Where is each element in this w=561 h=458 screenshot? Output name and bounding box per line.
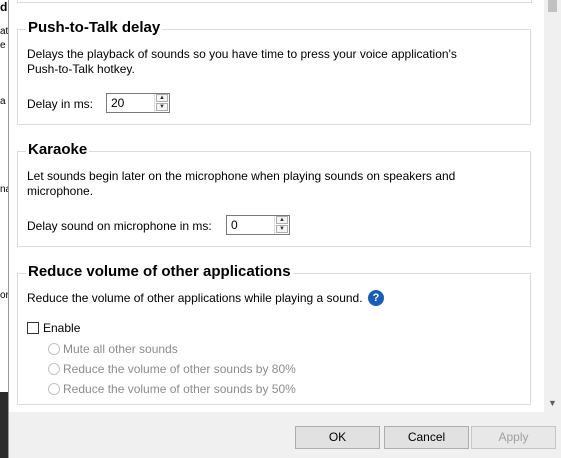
delay-label: Delay in ms: (27, 97, 94, 111)
karaoke-title: Karaoke (26, 141, 90, 158)
mute-all-radio[interactable] (48, 343, 60, 355)
enable-label[interactable]: Enable (43, 321, 80, 335)
spin-up-icon[interactable]: ▲ (276, 216, 288, 224)
vertical-scrollbar[interactable]: ▼ (544, 0, 561, 412)
reduce-volume-description: Reduce the volume of other applications … (27, 291, 363, 305)
delay-ms-spinbox[interactable]: 20 ▲ ▼ (106, 93, 170, 113)
help-icon[interactable]: ? (368, 290, 384, 306)
reduce-50-radio[interactable] (48, 383, 60, 395)
enable-checkbox[interactable] (27, 322, 39, 334)
background-fragment: a (0, 96, 6, 107)
reduce-50-label[interactable]: Reduce the volume of other sounds by 50% (63, 382, 296, 396)
spin-down-icon[interactable]: ▼ (156, 103, 168, 111)
cancel-button[interactable]: Cancel (384, 426, 469, 449)
push-to-talk-group: Push-to-Talk delay Delays the playback o… (17, 19, 531, 125)
reduce-volume-group: Reduce volume of other applications Redu… (17, 263, 531, 405)
reduce-80-radio[interactable] (48, 363, 60, 375)
push-to-talk-title: Push-to-Talk delay (26, 19, 163, 36)
karaoke-description-line2: microphone. (27, 184, 94, 198)
mute-all-label[interactable]: Mute all other sounds (63, 342, 178, 356)
mic-delay-value[interactable]: 0 (231, 218, 238, 232)
apply-button[interactable]: Apply (471, 426, 556, 449)
background-fragment: d (0, 0, 8, 14)
background-fragment: e (0, 40, 6, 51)
push-to-talk-description-line2: Push-to-Talk hotkey. (27, 62, 135, 76)
spin-up-icon[interactable]: ▲ (156, 94, 168, 102)
settings-scroll-area[interactable]: Push-to-Talk delay Delays the playback o… (9, 0, 544, 412)
scroll-down-arrow-icon[interactable]: ▼ (548, 398, 557, 408)
background-window-strip: d at e a na or (0, 0, 11, 458)
reduce-80-label[interactable]: Reduce the volume of other sounds by 80% (63, 362, 296, 376)
mic-delay-label: Delay sound on microphone in ms: (27, 219, 212, 233)
spin-down-icon[interactable]: ▼ (276, 225, 288, 233)
karaoke-description-line1: Let sounds begin later on the microphone… (27, 169, 456, 183)
karaoke-group: Karaoke Let sounds begin later on the mi… (17, 141, 531, 247)
scrollbar-thumb[interactable] (548, 0, 557, 12)
delay-ms-value[interactable]: 20 (111, 96, 124, 110)
ok-button[interactable]: OK (295, 426, 380, 449)
push-to-talk-description-line1: Delays the playback of sounds so you hav… (27, 47, 457, 61)
dialog-footer: OK Cancel Apply (9, 412, 561, 458)
previous-group-edge (17, 0, 532, 3)
mic-delay-spinbox[interactable]: 0 ▲ ▼ (226, 215, 290, 235)
reduce-volume-title: Reduce volume of other applications (26, 263, 293, 280)
